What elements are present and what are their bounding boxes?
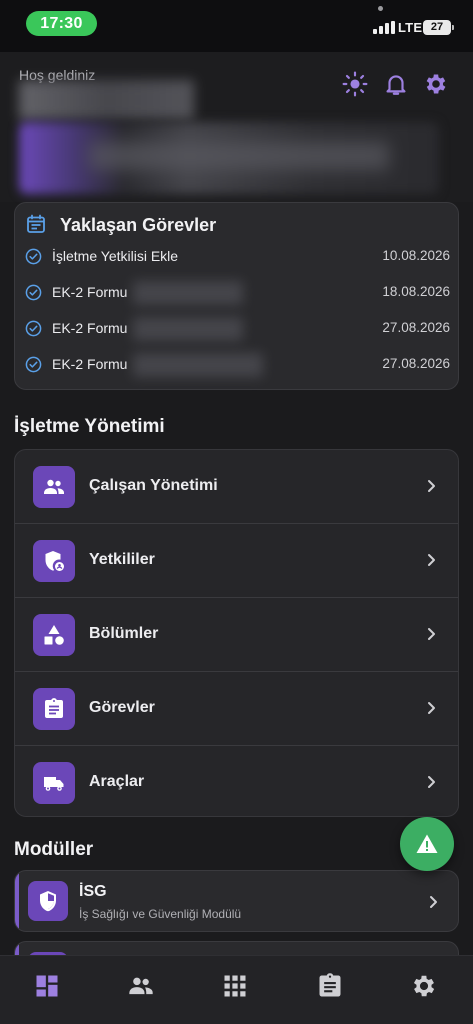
gear-icon[interactable]	[423, 71, 449, 97]
warning-fab-button[interactable]	[400, 817, 454, 871]
task-date: 27.08.2026	[382, 356, 450, 371]
task-name: EK-2 Formu	[52, 320, 128, 336]
nav-tasks[interactable]	[316, 972, 346, 1002]
apps-grid-icon	[224, 975, 246, 997]
clipboard-icon	[319, 973, 341, 997]
category-shapes-icon	[33, 614, 75, 656]
management-item-tasks[interactable]: Görevler	[15, 672, 458, 746]
task-date: 27.08.2026	[382, 320, 450, 335]
chevron-right-icon	[430, 896, 437, 908]
management-item-departments[interactable]: Bölümler	[15, 598, 458, 672]
check-circle-icon	[25, 320, 42, 337]
management-item-authorized[interactable]: Yetkililer	[15, 524, 458, 598]
bell-icon[interactable]	[383, 71, 409, 97]
people-icon	[129, 977, 153, 995]
management-section-title: İşletme Yönetimi	[14, 416, 165, 437]
blurred-task-detail	[133, 353, 263, 377]
check-circle-icon	[25, 284, 42, 301]
chevron-right-icon	[428, 628, 435, 640]
nav-people[interactable]	[127, 972, 157, 1002]
chevron-right-icon	[428, 702, 435, 714]
status-time: 17:30	[26, 11, 97, 36]
truck-icon	[33, 762, 75, 804]
nav-dashboard[interactable]	[33, 972, 63, 1002]
blurred-task-detail	[133, 317, 243, 341]
warning-icon	[416, 834, 438, 853]
bottom-navigation	[0, 955, 473, 1024]
signal-icon	[373, 21, 395, 34]
nav-settings[interactable]	[410, 972, 440, 1002]
chevron-right-icon	[428, 480, 435, 492]
modules-section-title: Modüller	[14, 839, 94, 860]
camera-indicator	[378, 6, 383, 11]
dashboard-icon	[36, 975, 58, 997]
management-item-label: Bölümler	[89, 625, 159, 642]
management-item-employees[interactable]: Çalışan Yönetimi	[15, 450, 458, 524]
chevron-right-icon	[428, 776, 435, 788]
module-accent	[15, 871, 19, 931]
task-name: İşletme Yetkilisi Ekle	[52, 248, 179, 264]
module-title: İSG	[79, 883, 107, 900]
nav-apps[interactable]	[221, 972, 251, 1002]
upcoming-tasks-title: Yaklaşan Görevler	[60, 215, 217, 235]
module-subtitle: İş Sağlığı ve Güvenliği Modülü	[79, 907, 242, 921]
task-date: 18.08.2026	[382, 284, 450, 299]
network-type: LTE	[398, 20, 423, 35]
task-row[interactable]: EK-2 Formu 27.08.2026	[25, 317, 450, 341]
module-card-isg[interactable]: İSG İş Sağlığı ve Güvenliği Modülü	[14, 870, 459, 932]
management-item-label: Yetkililer	[89, 551, 155, 568]
management-item-vehicles[interactable]: Araçlar	[15, 746, 458, 816]
check-circle-icon	[25, 248, 42, 265]
clipboard-icon	[33, 688, 75, 730]
sun-icon[interactable]	[342, 71, 368, 97]
upcoming-tasks-card: Yaklaşan Görevler İşletme Yetkilisi Ekle…	[14, 202, 459, 390]
shield-icon	[28, 881, 68, 921]
people-icon	[33, 466, 75, 508]
blurred-user-name	[19, 80, 194, 120]
blurred-company-card[interactable]	[19, 122, 439, 194]
calendar-icon	[27, 214, 45, 233]
chevron-right-icon	[428, 554, 435, 566]
admin-shield-icon	[33, 540, 75, 582]
task-row[interactable]: EK-2 Formu 27.08.2026	[25, 353, 450, 377]
status-bar: 17:30 LTE 27	[0, 0, 473, 52]
blurred-task-detail	[133, 281, 243, 305]
task-row[interactable]: İşletme Yetkilisi Ekle 10.08.2026	[25, 245, 450, 269]
check-circle-icon	[25, 356, 42, 373]
management-item-label: Araçlar	[89, 773, 145, 790]
management-item-label: Çalışan Yönetimi	[89, 477, 218, 494]
task-date: 10.08.2026	[382, 248, 450, 263]
battery-icon: 27	[423, 20, 454, 35]
management-item-label: Görevler	[89, 699, 155, 716]
header: Hoş geldiniz	[0, 52, 473, 202]
management-list: Çalışan Yönetimi Yetkililer Bölümler Gör…	[14, 449, 459, 817]
gear-icon	[413, 975, 435, 997]
task-name: EK-2 Formu	[52, 284, 128, 300]
task-name: EK-2 Formu	[52, 356, 128, 372]
task-row[interactable]: EK-2 Formu 18.08.2026	[25, 281, 450, 305]
